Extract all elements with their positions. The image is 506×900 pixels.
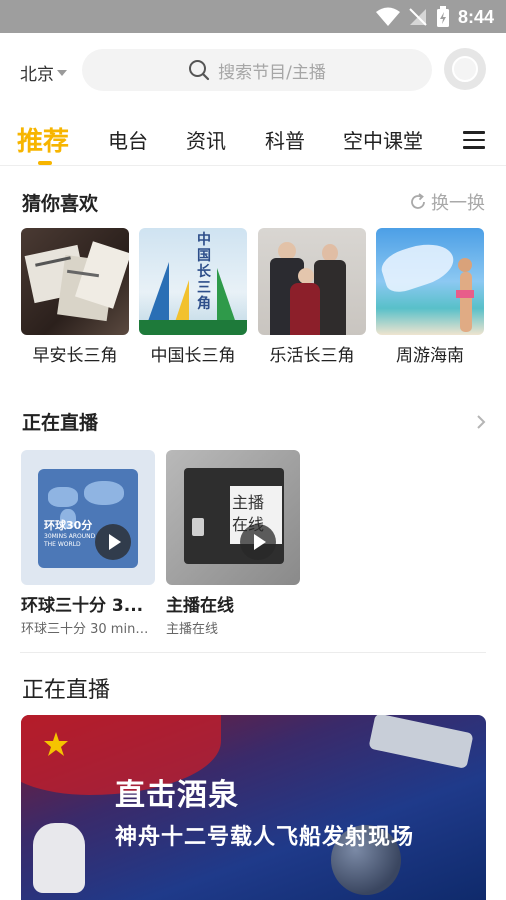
banner-subline: 神舟十二号载人飞船发射现场 (115, 825, 415, 850)
live-card-subtitle: 环球三十分 30 minu... (21, 622, 155, 637)
live-card-title: 主播在线 (166, 596, 234, 616)
city-selector[interactable]: 北京 (20, 60, 67, 85)
live-card[interactable]: 环球30分 30MINS AROUND THE WORLD 环球三十分 3...… (21, 450, 155, 637)
star-icon (44, 732, 68, 756)
cover-caption: 环球30分 (44, 519, 93, 532)
recommend-card[interactable]: 中国长三角 中国长三角 (139, 228, 247, 366)
caret-down-icon (57, 69, 67, 76)
play-icon[interactable] (95, 524, 131, 560)
search-input[interactable]: 搜索节目/主播 (82, 49, 432, 91)
wifi-icon (375, 7, 400, 26)
space-station-image (368, 715, 474, 770)
refresh-button[interactable]: 换一换 (408, 189, 485, 215)
section-title-live: 正在直播 (22, 412, 99, 434)
recommend-card-name: 乐活长三角 (269, 346, 355, 366)
recommend-card[interactable]: 乐活长三角 (258, 228, 366, 366)
recommend-card[interactable]: 周游海南 (376, 228, 484, 366)
divider (20, 652, 486, 653)
play-icon[interactable] (240, 524, 276, 560)
recommend-card-name: 早安长三角 (32, 346, 118, 366)
live-banner[interactable]: 直击酒泉 神舟十二号载人飞船发射现场 (21, 715, 486, 900)
tab-news[interactable]: 资讯 (186, 125, 226, 154)
tab-recommend[interactable]: 推荐 (17, 121, 69, 158)
clock: 8:44 (457, 6, 494, 27)
menu-icon[interactable] (463, 131, 485, 149)
refresh-label: 换一换 (431, 193, 485, 214)
live-card[interactable]: 主播在线 主播在线 主播在线 (166, 450, 300, 637)
user-avatar[interactable] (444, 48, 486, 90)
recommend-card[interactable]: 早安长三角 (21, 228, 129, 366)
banner-headline: 直击酒泉 (115, 778, 239, 813)
hosts-portrait-cover-image (258, 228, 366, 335)
laptop-cover-image: 主播在线 (166, 450, 300, 585)
beach-cover-image (376, 228, 484, 335)
city-label: 北京 (20, 65, 54, 85)
search-icon (189, 60, 210, 81)
section-title-recommend: 猜你喜欢 (22, 193, 99, 215)
no-signal-icon (409, 8, 427, 26)
recommend-card-name: 中国长三角 (150, 346, 236, 366)
live-card-title: 环球三十分 3... (21, 596, 144, 616)
status-icons: 8:44 (375, 5, 494, 29)
active-tab-indicator (38, 161, 52, 165)
refresh-icon (411, 193, 425, 209)
battery-charging-icon (436, 6, 449, 27)
avatar-icon (452, 56, 478, 82)
world-map-cover-image: 环球30分 30MINS AROUND THE WORLD (21, 450, 155, 585)
status-bar: 8:44 (0, 0, 506, 33)
sailboats-cover-image: 中国长三角 (139, 228, 247, 335)
search-placeholder: 搜索节目/主播 (218, 62, 326, 83)
chevron-right-icon[interactable] (475, 413, 487, 431)
tab-science[interactable]: 科普 (265, 125, 305, 154)
cover-caption: 中国长三角 (197, 232, 211, 312)
section-title-live-banner: 正在直播 (22, 678, 111, 703)
newspapers-cover-image (21, 228, 129, 335)
tab-radio[interactable]: 电台 (108, 125, 148, 154)
search-header: 北京 搜索节目/主播 (0, 33, 506, 109)
tab-air-classroom[interactable]: 空中课堂 (343, 125, 423, 154)
astronaut-image (33, 823, 85, 893)
category-tabs: 推荐 电台 资讯 科普 空中课堂 (0, 118, 506, 166)
live-card-subtitle: 主播在线 (166, 622, 219, 637)
recommend-card-name: 周游海南 (396, 346, 464, 366)
